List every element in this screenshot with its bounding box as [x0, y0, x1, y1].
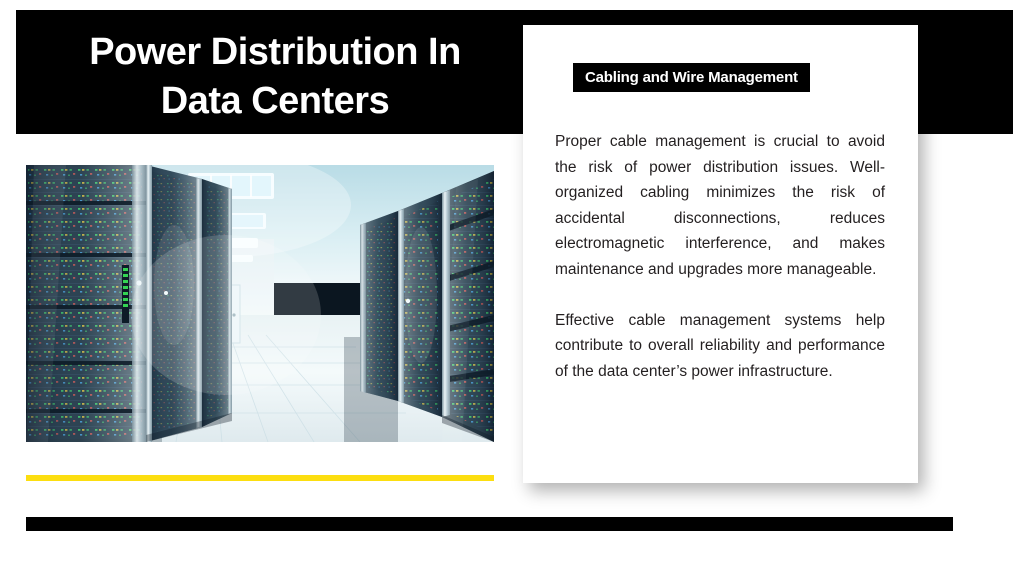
yellow-accent-rule: [26, 475, 494, 481]
rack-right-second: [398, 193, 442, 417]
content-card: Cabling and Wire Management Proper cable…: [523, 25, 918, 483]
page-title: Power Distribution In Data Centers: [89, 31, 461, 122]
slide-canvas: Power Distribution In Data Centers Cabli…: [0, 0, 1024, 576]
server-room-photo: [26, 165, 494, 442]
section-heading-badge: Cabling and Wire Management: [573, 63, 810, 92]
server-room-illustration: [26, 165, 494, 442]
card-body-text: Proper cable management is crucial to av…: [555, 129, 885, 384]
body-paragraph-1: Proper cable management is crucial to av…: [555, 133, 885, 278]
rack-right-mid: [360, 211, 398, 401]
rack-right-near: [442, 171, 494, 442]
body-paragraph-2: Effective cable management systems help …: [555, 311, 885, 380]
bottom-black-rule: [26, 517, 953, 531]
rack-bank-left-near: [26, 165, 146, 442]
